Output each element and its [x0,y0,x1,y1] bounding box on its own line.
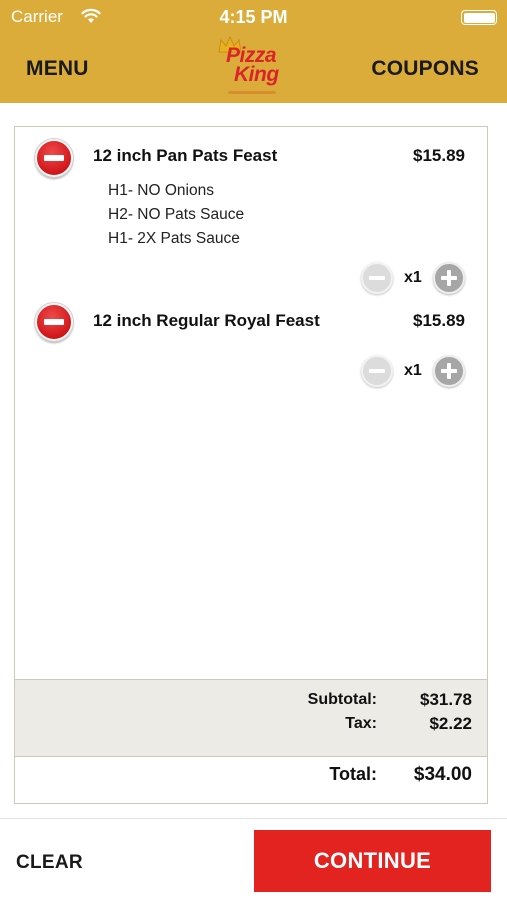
app-header: Carrier 4:15 PM MENU Pizza King COUPONS [0,0,507,103]
item-modifiers: H1- NO Onions H2- NO Pats Sauce H1- 2X P… [108,179,244,251]
increase-quantity-button[interactable] [433,262,465,294]
battery-icon [461,10,497,25]
minus-icon [369,369,385,373]
item-price: $15.89 [413,311,465,330]
minus-icon [44,319,64,325]
logo-text-king: King [234,63,279,86]
cart-panel: 12 inch Pan Pats Feast $15.89 H1- NO Oni… [14,126,488,804]
item-name: 12 inch Regular Royal Feast [93,311,320,330]
decrease-quantity-button[interactable] [361,262,393,294]
tax-value: $2.22 [429,714,472,733]
modifier-line: H2- NO Pats Sauce [108,206,245,223]
clear-button[interactable]: CLEAR [16,852,83,874]
increase-quantity-button[interactable] [433,355,465,387]
order-summary: Subtotal: $31.78 Tax: $2.22 [15,679,487,757]
remove-item-button[interactable] [34,138,74,178]
subtotal-value: $31.78 [420,690,472,709]
menu-button[interactable]: MENU [26,57,89,81]
quantity-label: x1 [404,269,422,286]
status-bar: Carrier 4:15 PM [0,0,507,34]
total-value: $34.00 [413,764,472,785]
modifier-line: H1- 2X Pats Sauce [108,230,240,247]
coupons-button[interactable]: COUPONS [371,57,479,81]
total-label: Total: [329,764,377,784]
quantity-label: x1 [404,362,422,379]
item-name: 12 inch Pan Pats Feast [93,146,278,165]
minus-icon [369,276,385,280]
modifier-line: H1- NO Onions [108,182,214,199]
remove-item-button[interactable] [34,302,74,342]
status-time: 4:15 PM [219,7,288,27]
footer-bar: CLEAR CONTINUE [0,818,507,900]
item-price: $15.89 [413,146,465,165]
minus-icon [44,155,64,161]
decrease-quantity-button[interactable] [361,355,393,387]
pizza-king-logo[interactable]: Pizza King [214,36,294,102]
logo-underline [228,91,276,94]
tax-label: Tax: [345,715,377,732]
subtotal-label: Subtotal: [307,691,377,708]
continue-button[interactable]: CONTINUE [254,830,491,892]
